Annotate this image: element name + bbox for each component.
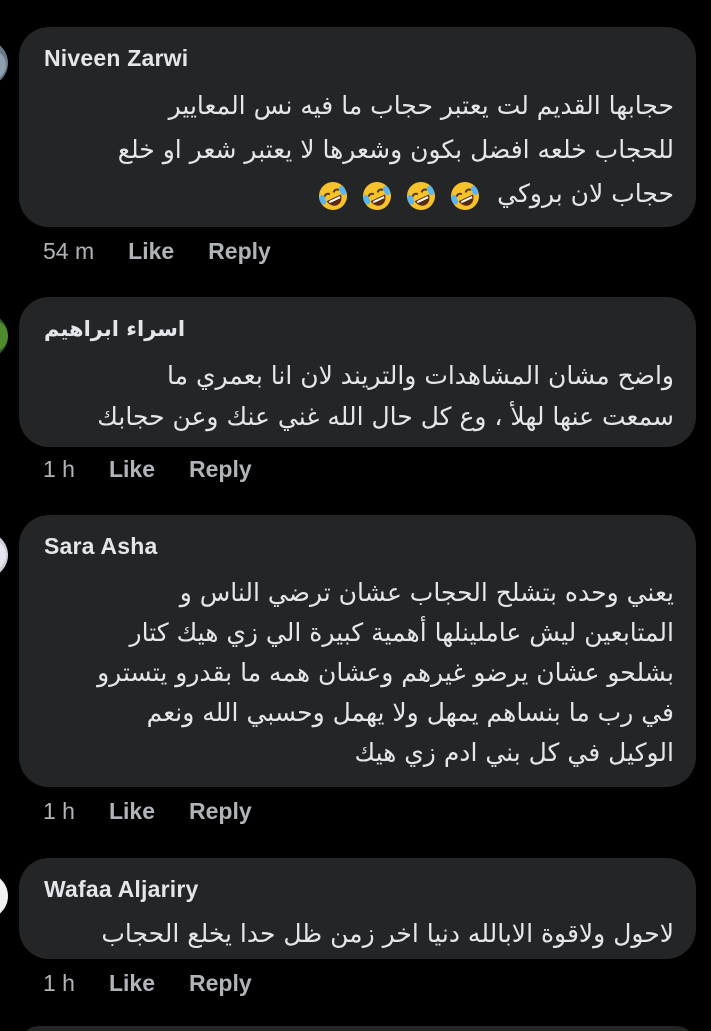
comment-line: للحجاب خلعه افضل بكون وشعرها لا يعتبر شع… <box>117 135 674 164</box>
next-comment-bubble <box>19 1026 696 1031</box>
avatar[interactable] <box>0 40 8 86</box>
comment-author[interactable]: Wafaa Aljariry <box>44 876 199 903</box>
reply-button[interactable]: Reply <box>189 970 252 997</box>
comment-actions: 1 h Like Reply <box>43 456 252 483</box>
reply-button[interactable]: Reply <box>189 456 252 483</box>
comment-text: لاحول ولاقوة الابالله دنيا اخر زمن ظل حد… <box>41 916 674 952</box>
comment-line-text: حجاب لان بروكي <box>497 179 674 208</box>
comment-line: سمعت عنها لهلأ ، وع كل حال الله غني عنك … <box>97 402 674 431</box>
comment-author[interactable]: اسراء ابراهيم <box>44 317 185 341</box>
emoji-group <box>315 173 483 217</box>
comment-text: حجابها القديم لت يعتبر حجاب ما فيه نس ال… <box>41 84 674 217</box>
comment-line: لاحول ولاقوة الابالله دنيا اخر زمن ظل حد… <box>101 919 674 948</box>
rolling-on-floor-laughing-icon <box>363 182 392 210</box>
comment-line: في رب ما بنساهم يمهل ولا يهمل وحسبي الله… <box>146 698 674 727</box>
comment-bubble: Sara Asha يعني وحده بتشلح الحجاب عشان تر… <box>19 515 696 787</box>
comment-line: واضح مشان المشاهدات والتريند لان انا بعم… <box>167 361 674 390</box>
rolling-on-floor-laughing-icon <box>451 182 480 210</box>
comment-line: الوكيل في كل بني ادم زي هيك <box>354 738 675 767</box>
avatar[interactable] <box>0 873 8 919</box>
comment-bubble: اسراء ابراهيم واضح مشان المشاهدات والتري… <box>19 297 696 447</box>
comment-line: حجابها القديم لت يعتبر حجاب ما فيه نس ال… <box>168 91 674 120</box>
comment-bubble: Niveen Zarwi حجابها القديم لت يعتبر حجاب… <box>19 27 696 227</box>
comment-author[interactable]: Sara Asha <box>44 533 157 560</box>
comment-bubble: Wafaa Aljariry لاحول ولاقوة الابالله دني… <box>19 858 696 959</box>
rolling-on-floor-laughing-icon <box>407 182 436 210</box>
like-button[interactable]: Like <box>109 456 155 483</box>
comment-timestamp[interactable]: 1 h <box>43 456 75 483</box>
like-button[interactable]: Like <box>109 970 155 997</box>
reply-button[interactable]: Reply <box>208 238 271 265</box>
comment-timestamp[interactable]: 1 h <box>43 970 75 997</box>
reply-button[interactable]: Reply <box>189 798 252 825</box>
avatar[interactable] <box>0 313 8 359</box>
comment-line: بشلحو عشان يرضو غيرهم وعشان همه ما بقدرو… <box>97 658 674 687</box>
comment-author[interactable]: Niveen Zarwi <box>44 45 188 72</box>
avatar[interactable] <box>0 532 8 578</box>
comment-actions: 1 h Like Reply <box>43 798 252 825</box>
comment-line: المتابعين ليش عاملينلها أهمية كبيرة الي … <box>129 618 674 647</box>
comment-line: يعني وحده بتشلح الحجاب عشان ترضي الناس و <box>179 578 674 607</box>
like-button[interactable]: Like <box>109 798 155 825</box>
comment-actions: 54 m Like Reply <box>43 238 271 265</box>
comment-text: واضح مشان المشاهدات والتريند لان انا بعم… <box>41 355 674 437</box>
comment-actions: 1 h Like Reply <box>43 970 252 997</box>
rolling-on-floor-laughing-icon <box>319 182 348 210</box>
comment-timestamp[interactable]: 54 m <box>43 238 94 265</box>
like-button[interactable]: Like <box>128 238 174 265</box>
comment-timestamp[interactable]: 1 h <box>43 798 75 825</box>
comment-line: حجاب لان بروكي <box>41 172 674 217</box>
comment-text: يعني وحده بتشلح الحجاب عشان ترضي الناس و… <box>41 573 674 773</box>
comments-feed: Niveen Zarwi حجابها القديم لت يعتبر حجاب… <box>0 0 711 1031</box>
